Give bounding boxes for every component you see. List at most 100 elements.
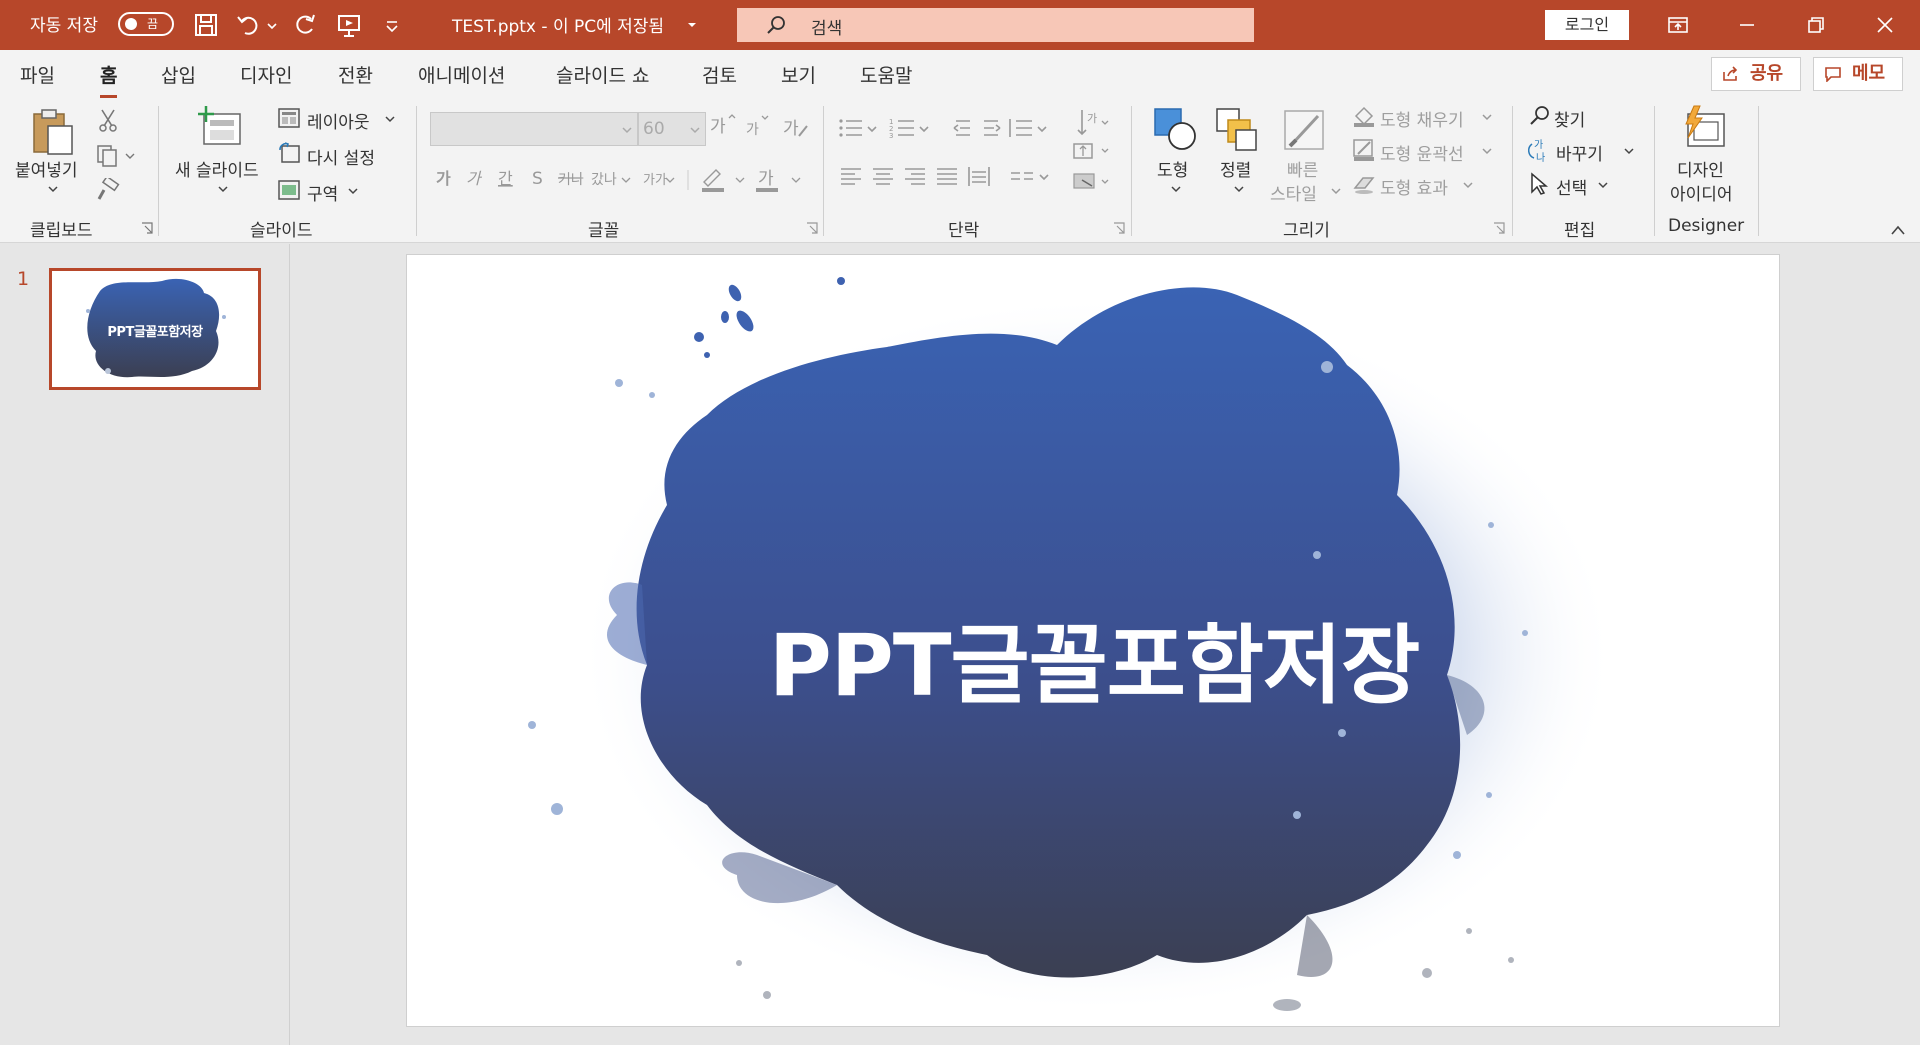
select-dropdown-icon[interactable] [1597, 180, 1609, 190]
tab-slideshow[interactable]: 슬라이드 쇼 [556, 61, 649, 88]
tab-transitions[interactable]: 전환 [338, 61, 373, 88]
design-ideas-icon[interactable] [1680, 104, 1728, 152]
slide-canvas[interactable]: PPT글꼴포함저장 [406, 254, 1780, 1027]
font-size-step-icons[interactable]: 가 가 [710, 114, 786, 140]
tab-design[interactable]: 디자인 [240, 61, 292, 88]
designer-group-label: Designer [1668, 216, 1745, 236]
find-label[interactable]: 찾기 [1554, 106, 1585, 131]
restore-icon[interactable] [1801, 10, 1831, 40]
share-button[interactable]: 공유 [1711, 57, 1801, 91]
minimize-icon[interactable] [1732, 10, 1762, 40]
select-cursor-icon[interactable] [1528, 172, 1550, 196]
design-ideas-label-line1[interactable]: 디자인 [1677, 156, 1724, 181]
clipboard-launcher-icon[interactable] [141, 222, 153, 234]
replace-icon[interactable]: 가 나 [1526, 138, 1552, 164]
quick-styles-icon[interactable] [1282, 106, 1328, 152]
slide-title-text[interactable]: PPT글꼴포함저장 [407, 595, 1779, 720]
list-indent-icons[interactable]: 123 [838, 116, 1058, 142]
select-label[interactable]: 선택 [1556, 174, 1587, 199]
document-dropdown-icon[interactable] [686, 12, 698, 38]
undo-icon[interactable] [236, 12, 262, 38]
shape-fill-icon[interactable] [1352, 104, 1376, 128]
font-dropdown-icon[interactable] [621, 125, 633, 135]
reset-label[interactable]: 다시 설정 [307, 144, 375, 169]
font-format-icons[interactable]: 가 가 간 S 커나 갔나 가가 가 [436, 166, 810, 196]
layout-dropdown-icon[interactable] [384, 114, 396, 124]
section-label[interactable]: 구역 [307, 180, 338, 205]
shape-effects-icon[interactable] [1352, 172, 1376, 196]
find-icon[interactable] [1528, 104, 1552, 128]
shapes-icon[interactable] [1152, 106, 1198, 152]
undo-dropdown-icon[interactable] [266, 12, 278, 38]
arrange-label[interactable]: 정렬 [1220, 156, 1251, 181]
close-icon[interactable] [1870, 10, 1900, 40]
reset-icon[interactable] [278, 142, 300, 164]
clear-formatting-icon[interactable]: 가 [783, 114, 809, 140]
document-title[interactable]: TEST.pptx - 이 PC에 저장됨 [452, 12, 664, 37]
font-name-box[interactable] [430, 112, 638, 146]
font-size-dropdown-icon[interactable] [689, 125, 701, 135]
quick-styles-dropdown-icon[interactable] [1330, 186, 1342, 196]
svg-text:나: 나 [1536, 152, 1545, 164]
ribbon-display-options-icon[interactable] [1663, 10, 1693, 40]
collapse-ribbon-icon[interactable] [1890, 224, 1906, 236]
design-ideas-label-line2[interactable]: 아이디어 [1670, 180, 1733, 205]
replace-dropdown-icon[interactable] [1623, 146, 1635, 156]
tab-view[interactable]: 보기 [781, 61, 816, 88]
tab-file[interactable]: 파일 [20, 61, 55, 88]
alignment-icons[interactable] [838, 164, 1058, 190]
separator [823, 106, 824, 236]
arrange-icon[interactable] [1214, 106, 1260, 152]
shape-outline-dropdown-icon[interactable] [1481, 146, 1493, 156]
shape-effects-label[interactable]: 도형 효과 [1380, 174, 1448, 199]
quick-styles-label-line1[interactable]: 빠른 [1287, 156, 1318, 181]
slide-thumbnail[interactable]: PPT글꼴포함저장 [49, 268, 261, 390]
shape-effects-dropdown-icon[interactable] [1462, 180, 1474, 190]
drawing-launcher-icon[interactable] [1493, 222, 1505, 234]
shape-outline-label[interactable]: 도형 윤곽선 [1380, 140, 1464, 165]
start-slideshow-icon[interactable] [336, 12, 362, 38]
customize-toolbar-icon[interactable] [384, 12, 400, 38]
search-box[interactable]: 검색 [737, 8, 1254, 42]
format-painter-icon[interactable] [96, 178, 120, 202]
login-button[interactable]: 로그인 [1545, 10, 1629, 40]
paste-icon[interactable] [30, 106, 76, 156]
copy-icon[interactable] [96, 144, 136, 168]
memo-button[interactable]: 메모 [1813, 57, 1903, 91]
replace-label[interactable]: 바꾸기 [1556, 140, 1603, 165]
shape-outline-icon[interactable] [1352, 138, 1376, 162]
quick-styles-label-line2[interactable]: 스타일 [1270, 180, 1317, 205]
font-launcher-icon[interactable] [806, 222, 818, 234]
svg-text:3: 3 [889, 132, 893, 140]
new-slide-dropdown-icon[interactable] [217, 184, 229, 194]
section-dropdown-icon[interactable] [347, 186, 359, 196]
paragraph-launcher-icon[interactable] [1113, 222, 1125, 234]
align-text-icons[interactable] [1070, 140, 1114, 196]
new-slide-label[interactable]: 새 슬라이드 [175, 156, 259, 181]
text-direction-icon[interactable]: 가 [1076, 108, 1112, 138]
cut-icon[interactable] [96, 108, 120, 132]
tab-help[interactable]: 도움말 [860, 61, 912, 88]
autosave-toggle[interactable]: 끔 [118, 12, 174, 36]
svg-text:가: 가 [1534, 139, 1543, 151]
shape-fill-label[interactable]: 도형 채우기 [1380, 106, 1464, 131]
shapes-dropdown-icon[interactable] [1170, 184, 1182, 194]
tab-insert[interactable]: 삽입 [161, 61, 196, 88]
tab-review[interactable]: 검토 [702, 61, 737, 88]
tab-animations[interactable]: 애니메이션 [418, 61, 505, 88]
section-icon[interactable] [278, 180, 300, 200]
ribbon: 붙여넣기 클립보드 새 슬라이드 레이아웃 다시 설정 구역 슬라이드 60 가… [0, 98, 1920, 243]
paste-label[interactable]: 붙여넣기 [15, 156, 78, 181]
redo-icon[interactable] [292, 12, 318, 38]
arrange-dropdown-icon[interactable] [1233, 184, 1245, 194]
font-size-box[interactable]: 60 [638, 112, 706, 146]
layout-label[interactable]: 레이아웃 [307, 108, 370, 133]
new-slide-icon[interactable] [198, 106, 244, 148]
save-icon[interactable] [193, 12, 219, 38]
layout-icon[interactable] [278, 108, 300, 128]
shape-fill-dropdown-icon[interactable] [1481, 112, 1493, 122]
paste-dropdown-icon[interactable] [47, 184, 59, 194]
shapes-label[interactable]: 도형 [1157, 156, 1188, 181]
font-size-value: 60 [643, 119, 665, 139]
tab-home[interactable]: 홈 [100, 61, 118, 98]
